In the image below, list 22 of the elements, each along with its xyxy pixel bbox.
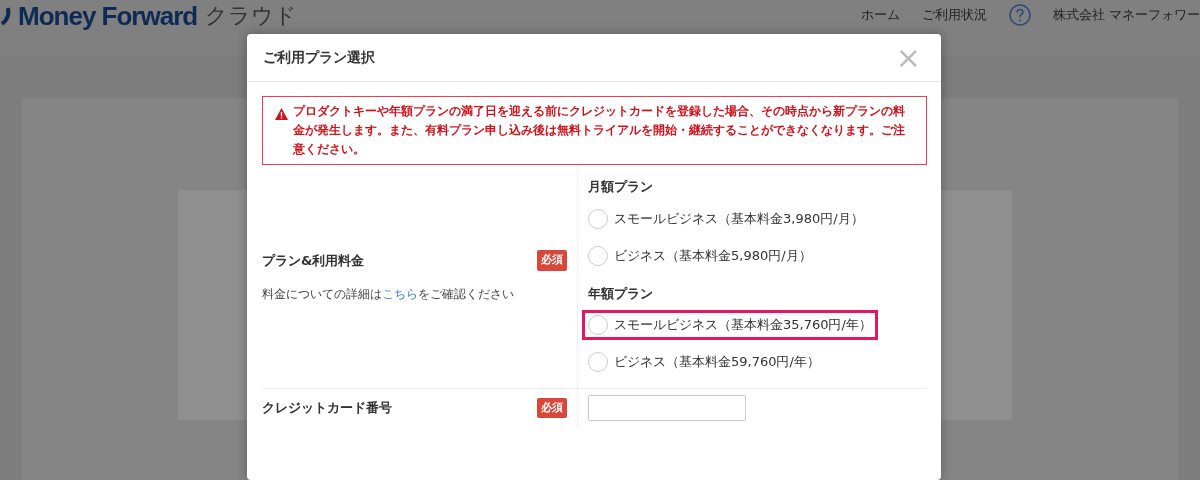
nav-link[interactable]: ご利用状況 (921, 5, 987, 25)
plan-group-heading: 年額プラン (588, 284, 654, 303)
details-link[interactable]: こちら (382, 286, 418, 301)
radio-option[interactable]: ビジネス（基本料金59,760円/年） (582, 347, 826, 377)
radio-option[interactable]: ビジネス（基本料金5,980円/月） (582, 240, 818, 271)
nav-link[interactable]: ホーム (860, 5, 900, 25)
modal-title: ご利用プラン選択 (263, 48, 375, 67)
alert-text: プロダクトキーや年額プランの満了日を迎える前にクレジットカードを登録した場合、その時点から新プランの料金が発生します。また、有料プラン申し込み後は無料トライアルを開始・継続することができなくなります。ご注意ください。 (293, 104, 905, 156)
help-icon[interactable] (1008, 4, 1031, 26)
warning-icon (275, 108, 288, 120)
required-badge: 必須 (537, 250, 567, 271)
field-label: クレジットカード番号 (262, 399, 392, 418)
radio-option[interactable]: スモールビジネス（基本料金35,760円/年） (582, 310, 878, 340)
radio-option[interactable]: スモールビジネス（基本料金3,980円/月） (582, 203, 870, 234)
card-number-field[interactable] (588, 395, 746, 421)
company-name[interactable]: 株式会社 マネーフォワー (1052, 5, 1200, 25)
logo[interactable]: Money Forward (18, 1, 198, 31)
logo-suffix: クラウド (205, 2, 298, 30)
help-text: 料金についての詳細はこちら をご確認ください (262, 285, 515, 303)
plan-group-heading: 月額プラン (588, 178, 654, 196)
required-badge: 必須 (537, 397, 567, 419)
field-label: プラン&利用料金 (262, 251, 365, 270)
